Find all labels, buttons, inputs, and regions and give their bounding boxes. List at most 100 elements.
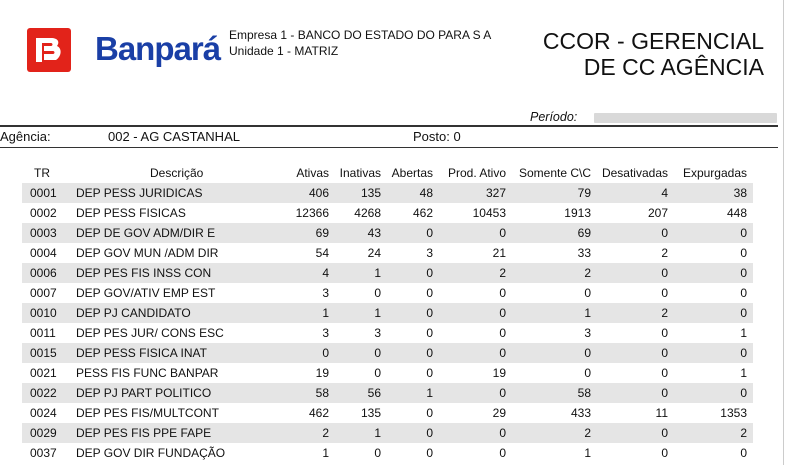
header-prod-ativo: Prod. Ativo (447, 166, 506, 180)
cell-abertas: 0 (426, 326, 433, 340)
cell-somente-cc: 0 (584, 366, 591, 380)
cell-tr: 0011 (30, 326, 56, 340)
table-row: 0011 DEP PES JUR/ CONS ESC 3 3 0 0 3 0 1 (22, 323, 753, 343)
cell-expurgadas: 0 (740, 386, 747, 400)
cell-desativadas: 0 (661, 446, 668, 460)
cell-tr: 0001 (30, 186, 57, 200)
table-header: TR Descrição Ativas Inativas Abertas Pro… (22, 163, 753, 183)
report-title: CCOR - GERENCIAL DE CC AGÊNCIA (543, 28, 764, 80)
cell-somente-cc: 33 (577, 246, 591, 260)
table-row: 0003 DEP DE GOV ADM/DIR E 69 43 0 0 69 0 0 (22, 223, 753, 243)
cell-abertas: 1 (426, 386, 433, 400)
cell-inativas: 24 (367, 246, 381, 260)
cell-desativadas: 2 (661, 306, 668, 320)
cell-abertas: 0 (426, 426, 433, 440)
table-row: 0029 DEP PES FIS PPE FAPE 2 1 0 0 2 0 2 (22, 423, 753, 443)
cell-inativas: 135 (360, 406, 381, 420)
cell-desativadas: 4 (661, 186, 668, 200)
cell-prod-ativo: 327 (485, 186, 506, 200)
header-ativas: Ativas (296, 166, 329, 180)
cell-prod-ativo: 0 (499, 226, 506, 240)
cell-inativas: 0 (374, 286, 381, 300)
cell-ativas: 54 (315, 246, 329, 260)
cell-expurgadas: 0 (740, 266, 747, 280)
cell-somente-cc: 0 (584, 286, 591, 300)
cell-somente-cc: 2 (584, 266, 591, 280)
cell-ativas: 69 (315, 226, 329, 240)
cell-descricao: DEP PESS FISICAS (76, 206, 186, 220)
table-row: 0001 DEP PESS JURIDICAS 406 135 48 327 79 4 38 (22, 183, 753, 203)
cell-ativas: 4 (322, 266, 329, 280)
unit-name: MATRIZ (294, 44, 339, 58)
cell-desativadas: 207 (647, 206, 668, 220)
cell-abertas: 0 (426, 226, 433, 240)
cell-descricao: DEP DE GOV ADM/DIR E (76, 226, 216, 240)
cell-expurgadas: 0 (740, 286, 747, 300)
cell-tr: 0010 (30, 306, 57, 320)
cell-somente-cc: 79 (577, 186, 591, 200)
accounts-table: TR Descrição Ativas Inativas Abertas Pro… (22, 163, 753, 463)
periodo-value-redacted (594, 113, 777, 123)
cell-tr: 0021 (30, 366, 57, 380)
cell-abertas: 0 (426, 286, 433, 300)
table-row: 0021 PESS FIS FUNC BANPAR 19 0 0 19 0 0 1 (22, 363, 753, 383)
cell-descricao: DEP PESS FISICA INAT (76, 346, 207, 360)
cell-tr: 0002 (30, 206, 57, 220)
cell-somente-cc: 0 (584, 346, 591, 360)
cell-ativas: 3 (322, 326, 329, 340)
cell-abertas: 48 (419, 186, 433, 200)
cell-somente-cc: 1 (584, 446, 591, 460)
cell-expurgadas: 0 (740, 306, 747, 320)
cell-prod-ativo: 0 (499, 386, 506, 400)
cell-abertas: 3 (426, 246, 433, 260)
header-tr: TR (34, 166, 50, 180)
cell-prod-ativo: 2 (499, 266, 506, 280)
cell-tr: 0003 (30, 226, 57, 240)
cell-expurgadas: 0 (740, 246, 747, 260)
cell-somente-cc: 69 (577, 226, 591, 240)
cell-inativas: 1 (374, 426, 381, 440)
cell-desativadas: 0 (661, 366, 668, 380)
cell-tr: 0022 (30, 386, 57, 400)
cell-prod-ativo: 0 (499, 446, 506, 460)
cell-tr: 0037 (30, 446, 57, 460)
cell-desativadas: 0 (661, 326, 668, 340)
divider (0, 147, 778, 148)
table-body: 0001 DEP PESS JURIDICAS 406 135 48 327 79 4 38 00… (22, 183, 753, 463)
cell-ativas: 0 (322, 346, 329, 360)
cell-ativas: 3 (322, 286, 329, 300)
cell-tr: 0006 (30, 266, 57, 280)
cell-tr: 0004 (30, 246, 57, 260)
cell-ativas: 58 (315, 386, 329, 400)
cell-descricao: DEP PES JUR/ CONS ESC (76, 326, 224, 340)
cell-desativadas: 2 (661, 246, 668, 260)
cell-abertas: 0 (426, 366, 433, 380)
cell-inativas: 0 (374, 346, 381, 360)
cell-abertas: 0 (426, 406, 433, 420)
cell-inativas: 0 (374, 446, 381, 460)
logo-wordmark: Banpará (95, 30, 221, 67)
table-row: 0037 DEP GOV DIR FUNDAÇÃO 1 0 0 0 1 0 0 (22, 443, 753, 463)
cell-inativas: 1 (374, 266, 381, 280)
table-row: 0022 DEP PJ PART POLITICO 58 56 1 0 58 0 0 (22, 383, 753, 403)
cell-somente-cc: 58 (577, 386, 591, 400)
cell-desativadas: 0 (661, 226, 668, 240)
agencia-label: Agência: (0, 129, 51, 144)
cell-somente-cc: 1913 (564, 206, 591, 220)
cell-expurgadas: 448 (726, 206, 747, 220)
posto-value: 0 (453, 129, 461, 144)
cell-prod-ativo: 0 (499, 426, 506, 440)
banpara-logo-icon (27, 28, 71, 72)
cell-descricao: DEP PJ PART POLITICO (76, 386, 212, 400)
cell-abertas: 0 (426, 346, 433, 360)
cell-inativas: 56 (367, 386, 381, 400)
cell-descricao: DEP PESS JURIDICAS (76, 186, 203, 200)
cell-desativadas: 0 (661, 266, 668, 280)
table-row: 0006 DEP PES FIS INSS CON 4 1 0 2 2 0 0 (22, 263, 753, 283)
cell-inativas: 4268 (354, 206, 381, 220)
divider (0, 125, 778, 127)
cell-tr: 0024 (30, 406, 57, 420)
cell-somente-cc: 1 (584, 306, 591, 320)
cell-prod-ativo: 0 (499, 326, 506, 340)
cell-expurgadas: 0 (740, 226, 747, 240)
